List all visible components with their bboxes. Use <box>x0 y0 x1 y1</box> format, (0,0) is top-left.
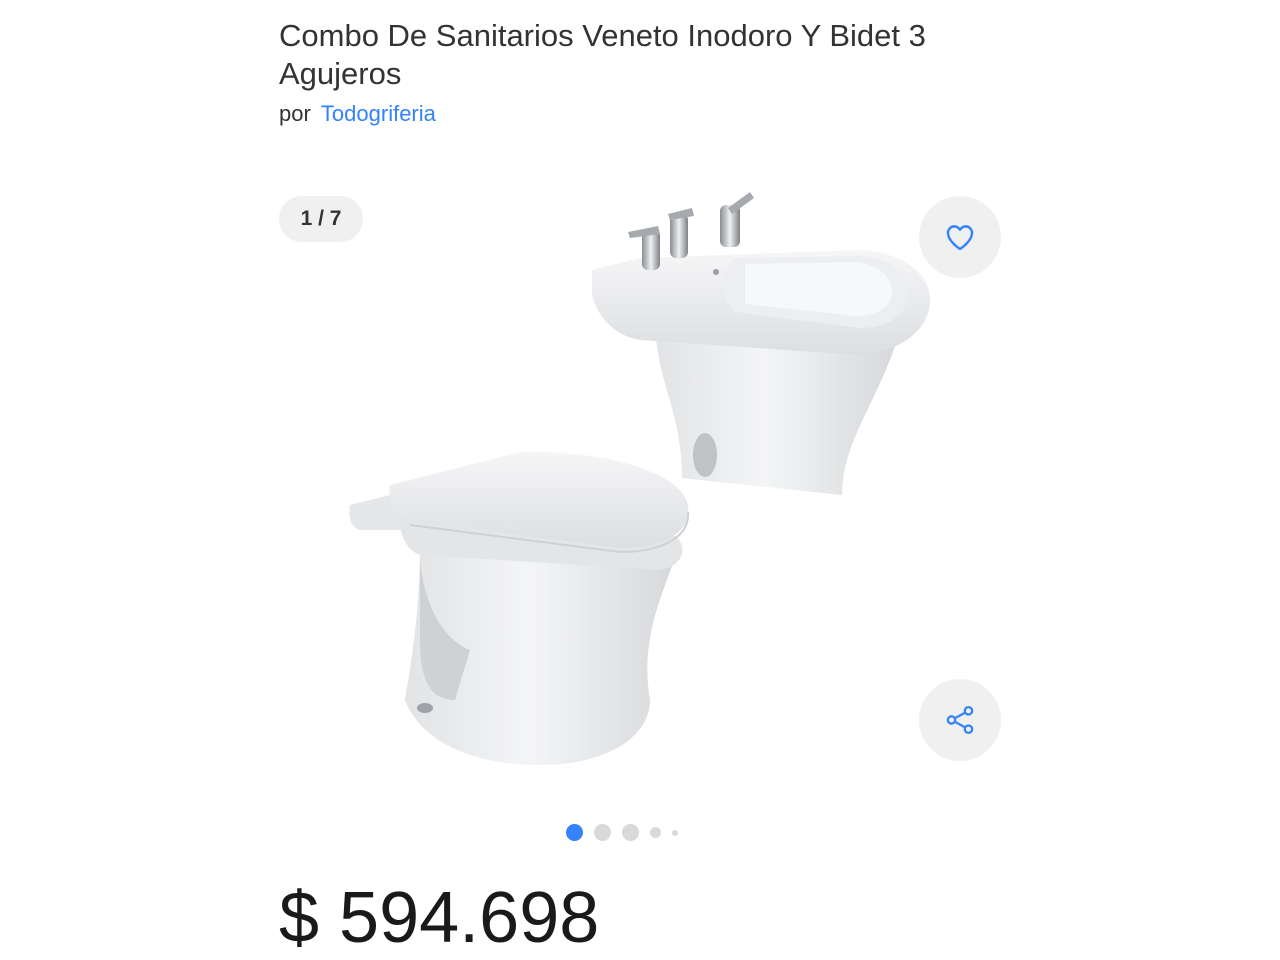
seller-line: por Todogriferia <box>279 100 436 128</box>
gallery-pager <box>566 824 678 841</box>
share-button[interactable] <box>919 679 1001 761</box>
favorite-button[interactable] <box>919 196 1001 278</box>
heart-icon <box>946 225 974 251</box>
product-page: Combo De Sanitarios Veneto Inodoro Y Bid… <box>0 0 1280 960</box>
seller-prefix: por <box>279 101 311 126</box>
seller-link[interactable]: Todogriferia <box>321 101 436 126</box>
pager-dot[interactable] <box>594 824 611 841</box>
image-counter: 1 / 7 <box>279 196 363 242</box>
pager-dot[interactable] <box>622 824 639 841</box>
price: $ 594.698 <box>279 878 600 958</box>
product-title: Combo De Sanitarios Veneto Inodoro Y Bid… <box>279 18 926 91</box>
toilet-illustration <box>349 451 690 765</box>
pager-dot[interactable] <box>672 829 678 836</box>
product-image[interactable] <box>255 140 1025 800</box>
bidet-illustration <box>592 192 930 495</box>
pager-dot[interactable] <box>566 824 583 841</box>
pager-dot[interactable] <box>650 827 661 838</box>
share-icon <box>946 705 974 735</box>
